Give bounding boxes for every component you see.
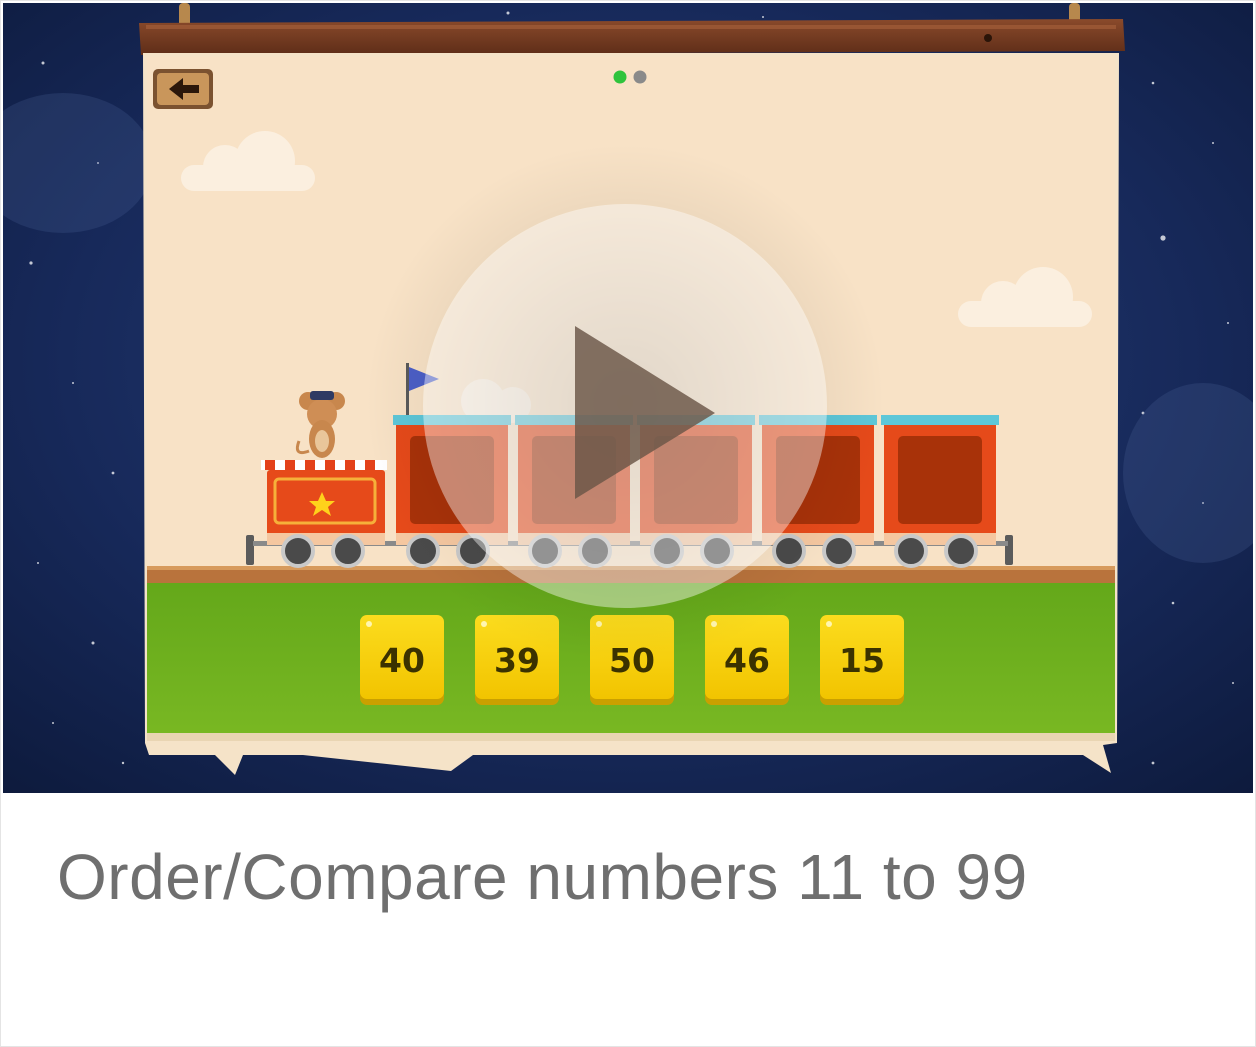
- lesson-card[interactable]: 40 39 50 46: [0, 0, 1256, 1047]
- page-dot-active[interactable]: [613, 70, 627, 84]
- number-tile[interactable]: 15: [820, 615, 904, 705]
- page-dot[interactable]: [633, 70, 647, 84]
- game-scene: 40 39 50 46: [3, 3, 1253, 793]
- wagon: [881, 415, 999, 545]
- video-thumbnail[interactable]: 40 39 50 46: [3, 3, 1253, 793]
- number-tile-label: 40: [379, 641, 425, 680]
- play-button[interactable]: [423, 204, 827, 608]
- number-tile-label: 15: [839, 641, 885, 680]
- number-tile-label: 39: [494, 641, 540, 680]
- wooden-plank: [139, 19, 1125, 55]
- number-tile[interactable]: 40: [360, 615, 444, 705]
- back-button[interactable]: [153, 69, 213, 109]
- lesson-title[interactable]: Order/Compare numbers 11 to 99: [57, 840, 1028, 914]
- locomotive: [261, 460, 387, 545]
- number-tile-label: 46: [724, 641, 770, 680]
